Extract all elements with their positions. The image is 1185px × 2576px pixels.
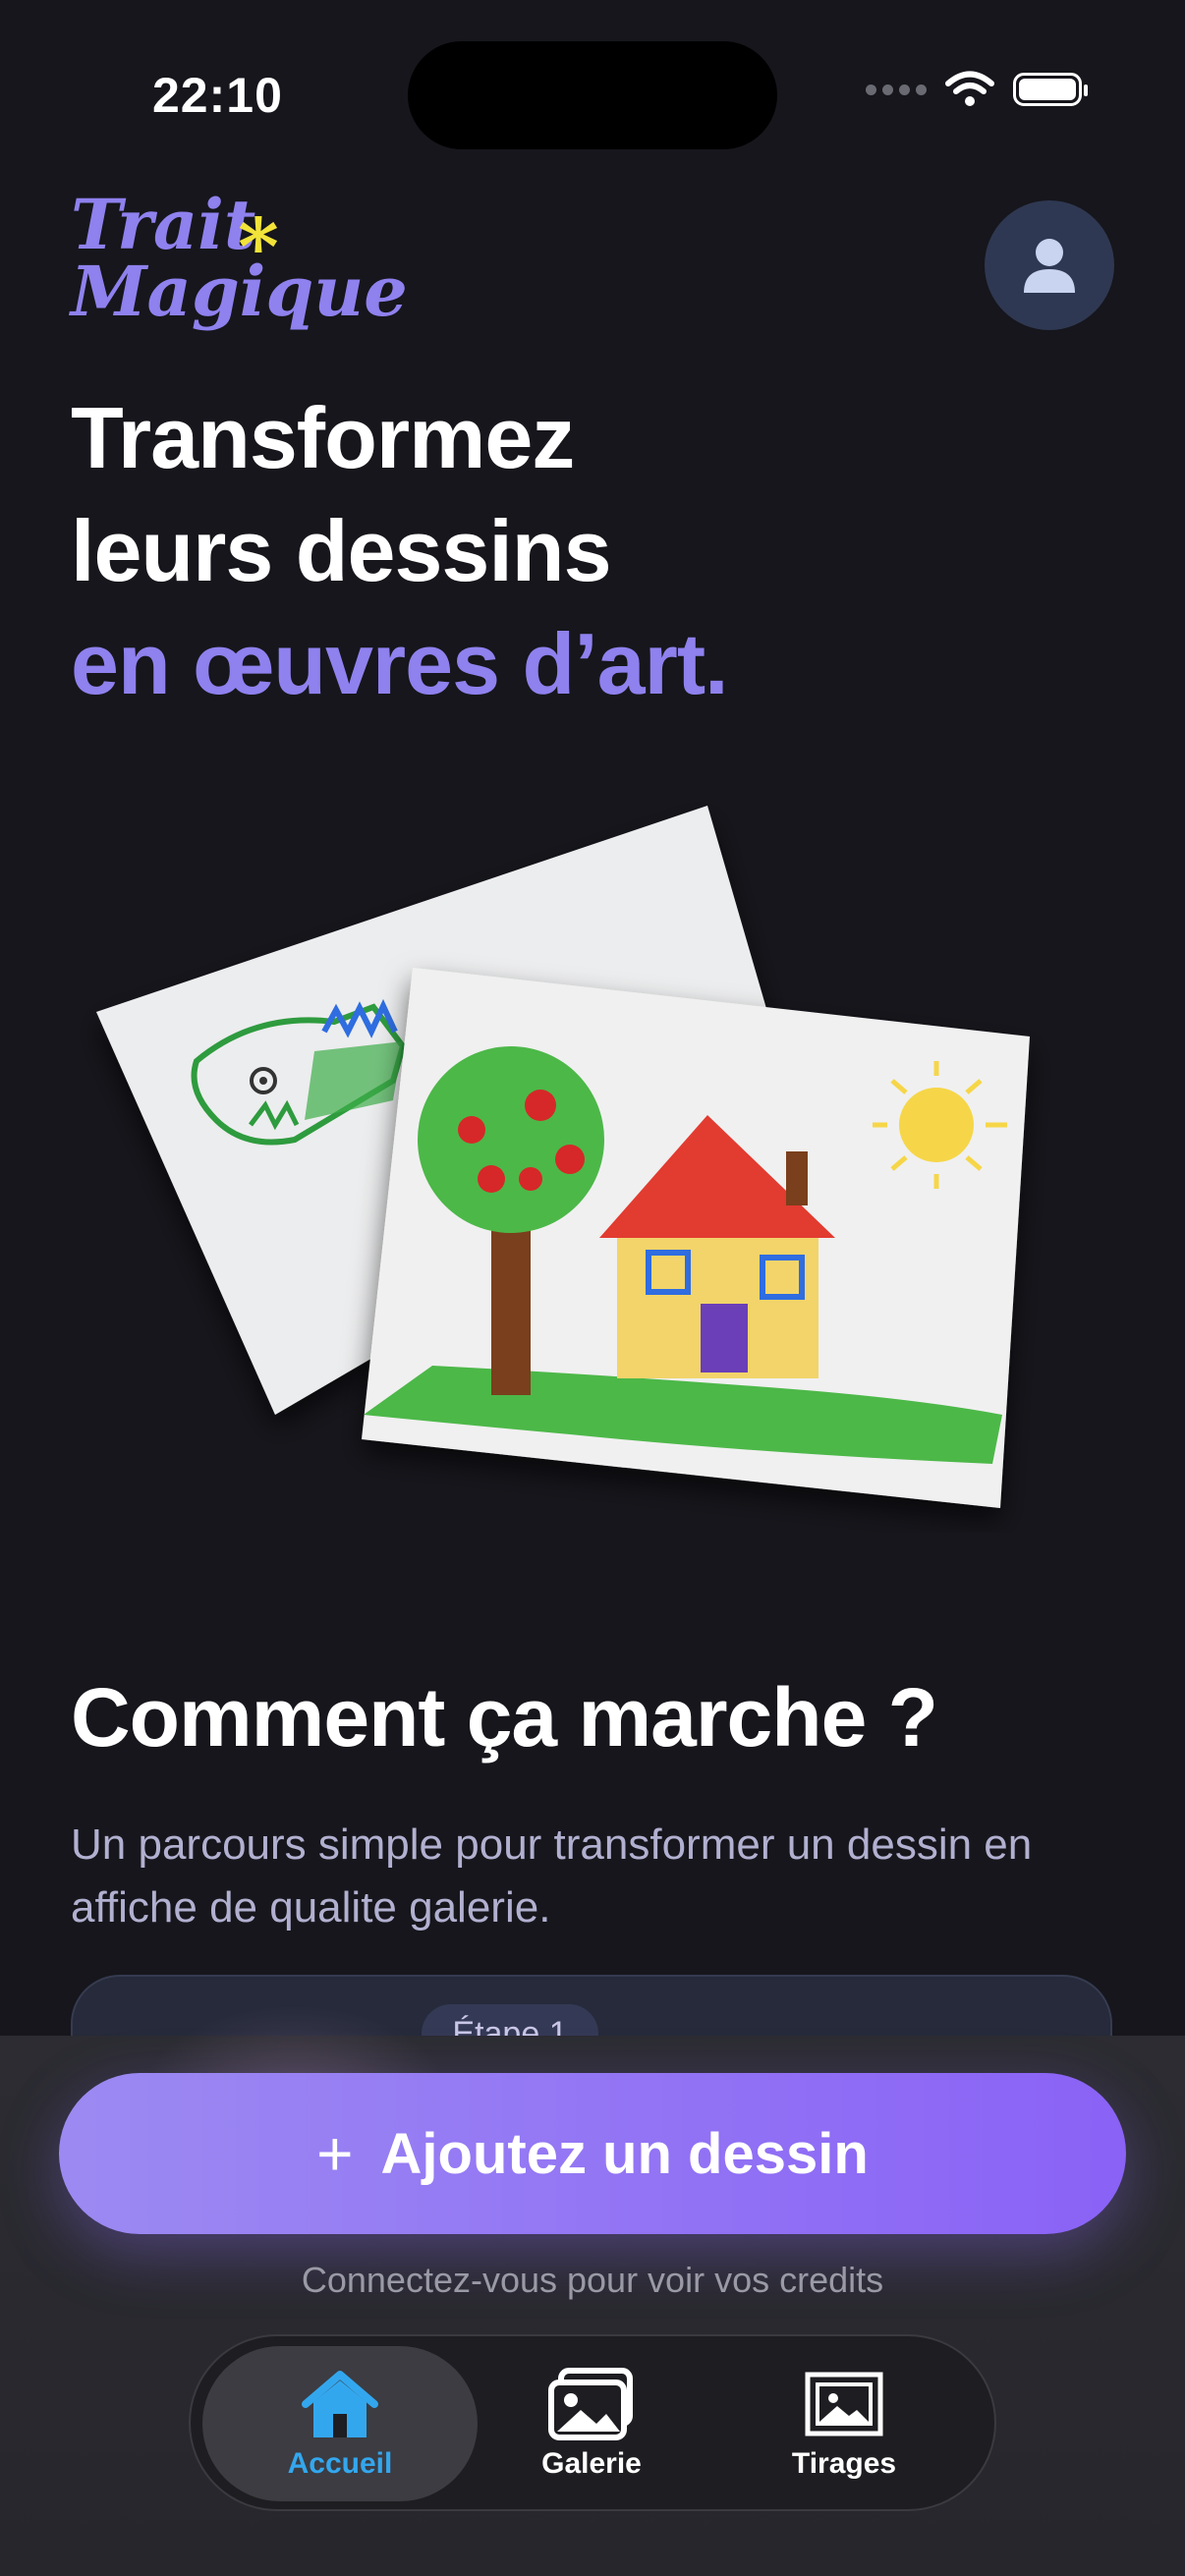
tab-galerie-label: Galerie xyxy=(541,2447,642,2480)
tab-tirages[interactable]: Tirages xyxy=(706,2346,982,2501)
drawings-illustration xyxy=(96,806,1030,1508)
credits-hint: Connectez-vous pour voir vos credits xyxy=(301,2260,884,2300)
home-icon xyxy=(302,2371,378,2437)
tab-tirages-label: Tirages xyxy=(791,2447,897,2480)
how-it-works-description: Un parcours simple pour transformer un d… xyxy=(71,1820,1033,1932)
hero-line1: Transformez xyxy=(71,389,575,486)
app-logo: Trait Magique * xyxy=(71,191,408,326)
user-icon xyxy=(1024,239,1075,293)
status-icons xyxy=(866,71,1088,108)
add-drawing-label: Ajoutez un dessin xyxy=(380,2121,869,2186)
tab-bar: Accueil Galerie Tirages xyxy=(189,2334,996,2511)
prints-icon xyxy=(805,2372,883,2436)
hero-line2: leurs dessins xyxy=(71,502,612,599)
gallery-icon xyxy=(548,2368,633,2440)
add-drawing-button[interactable]: + Ajoutez un dessin xyxy=(59,2073,1126,2234)
battery-icon xyxy=(1013,73,1088,106)
status-time: 22:10 xyxy=(152,68,283,123)
logo-star: * xyxy=(238,200,279,293)
tab-accueil-label: Accueil xyxy=(287,2447,393,2480)
wifi-icon xyxy=(945,71,994,106)
tab-galerie[interactable]: Galerie xyxy=(454,2346,729,2501)
hero-line3: en œuvres d’art. xyxy=(71,615,729,712)
signal-icon xyxy=(866,84,927,95)
plus-icon: + xyxy=(316,2118,354,2189)
profile-button[interactable] xyxy=(985,200,1114,330)
how-it-works-title: Comment ça marche ? xyxy=(71,1671,938,1764)
dynamic-island xyxy=(408,41,777,149)
hero-title: Transformez leurs dessins en œuvres d’ar… xyxy=(71,381,729,720)
tab-accueil[interactable]: Accueil xyxy=(202,2346,478,2501)
